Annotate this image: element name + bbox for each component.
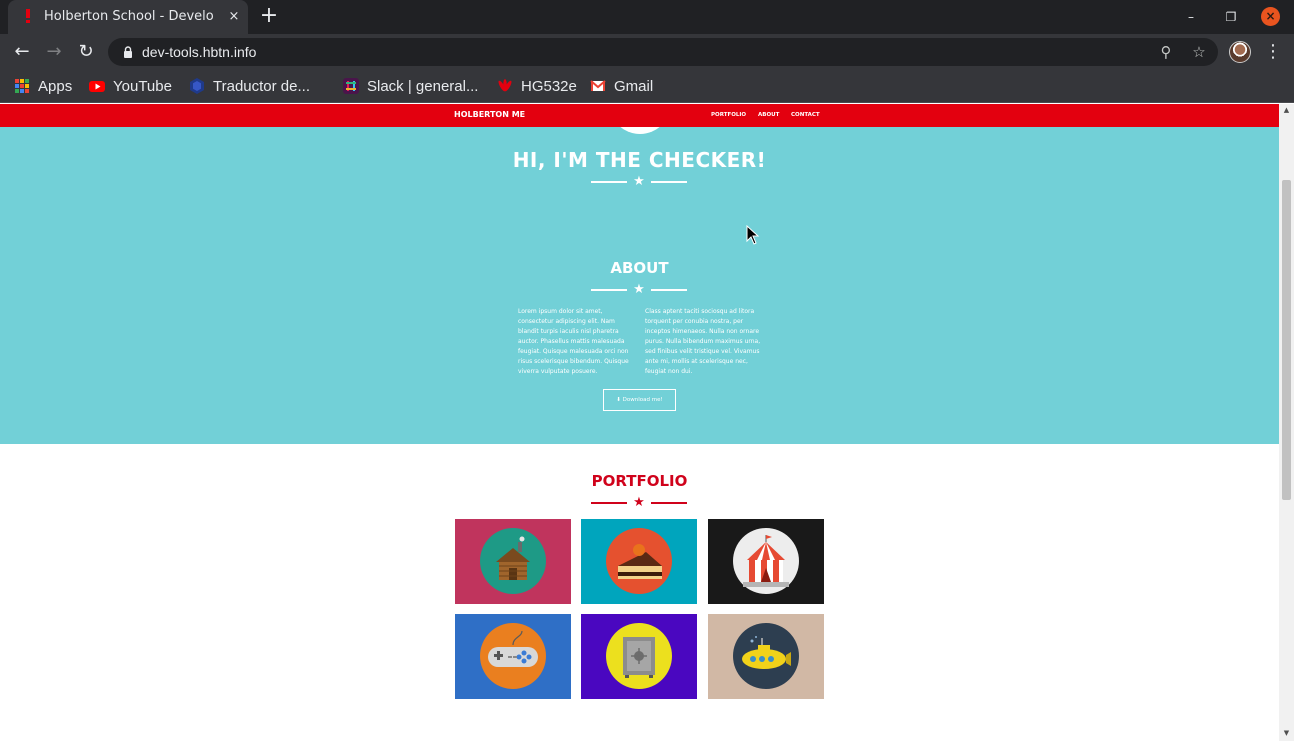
bookmark-hg532e[interactable]: HG532e — [497, 76, 577, 96]
gmail-icon — [590, 80, 606, 91]
bookmark-label: YouTube — [113, 77, 172, 95]
hero-section: HI, I'M THE CHECKER! ★ ABOUT ★ Lorem ips… — [0, 104, 1279, 444]
slack-icon — [343, 78, 359, 94]
minimize-button[interactable]: – — [1182, 8, 1200, 26]
download-label: Download me! — [622, 397, 663, 403]
browser-tab[interactable]: Holberton School - Develo × — [8, 0, 248, 34]
forward-arrow-icon[interactable]: → — [42, 40, 66, 64]
restore-button[interactable]: ❐ — [1222, 8, 1240, 26]
cabin-icon — [480, 528, 546, 594]
bookmark-label: HG532e — [521, 77, 577, 95]
zoom-icon[interactable]: ⚲ — [1156, 42, 1176, 62]
bookmark-youtube[interactable]: YouTube — [89, 76, 172, 96]
huawei-icon — [498, 79, 512, 92]
reload-icon[interactable]: ↻ — [74, 40, 98, 64]
about-text-left: Lorem ipsum dolor sit amet, consectetur … — [518, 308, 629, 375]
about-title: ABOUT — [610, 259, 669, 277]
page-viewport: HI, I'M THE CHECKER! ★ ABOUT ★ Lorem ips… — [0, 104, 1279, 741]
star-icon: ★ — [633, 174, 645, 189]
site-brand[interactable]: HOLBERTON ME — [454, 110, 525, 119]
page-scrollbar[interactable]: ▲ ▼ — [1279, 104, 1294, 741]
bookmark-label: Apps — [38, 77, 73, 95]
close-window-button[interactable]: × — [1261, 7, 1280, 26]
site-navbar: HOLBERTON ME PORTFOLIO ABOUT CONTACT — [0, 104, 1279, 127]
star-icon: ★ — [633, 495, 645, 510]
game-controller-icon — [480, 623, 546, 689]
portfolio-item-safe[interactable] — [581, 614, 697, 699]
hero-title: HI, I'M THE CHECKER! — [512, 148, 767, 172]
translator-icon — [190, 78, 204, 94]
tab-strip: Holberton School - Develo × + – ❐ × — [0, 0, 1294, 34]
url-text[interactable]: dev-tools.hbtn.info — [142, 44, 256, 60]
portfolio-item-circus[interactable] — [708, 519, 824, 604]
holberton-favicon-icon — [26, 9, 30, 23]
cake-icon — [606, 528, 672, 594]
new-tab-button[interactable]: + — [258, 5, 280, 28]
portfolio-item-cabin[interactable] — [455, 519, 571, 604]
lock-icon — [124, 46, 132, 58]
bookmark-translator[interactable]: Traductor de... — [189, 76, 310, 96]
mouse-cursor-icon — [746, 225, 760, 245]
bookmark-label: Traductor de... — [213, 77, 310, 95]
portfolio-item-cake[interactable] — [581, 519, 697, 604]
portfolio-item-submarine[interactable] — [708, 614, 824, 699]
about-divider: ★ — [591, 282, 687, 297]
apps-grid-icon — [15, 79, 29, 93]
hero-divider: ★ — [591, 174, 687, 189]
scrollbar-thumb[interactable] — [1282, 180, 1291, 500]
safe-icon — [606, 623, 672, 689]
back-arrow-icon[interactable]: ← — [10, 40, 34, 64]
profile-avatar[interactable] — [1229, 41, 1251, 63]
tab-title: Holberton School - Develo — [44, 9, 214, 24]
download-button[interactable]: ⬇ Download me! — [603, 389, 676, 411]
youtube-icon — [89, 81, 105, 92]
scroll-down-arrow-icon[interactable]: ▼ — [1282, 729, 1291, 737]
bookmarks-bar: Apps YouTube Traductor de... Slack | gen… — [0, 70, 1294, 103]
submarine-icon — [733, 623, 799, 689]
portfolio-item-game-controller[interactable] — [455, 614, 571, 699]
bookmark-label: Gmail — [614, 77, 654, 95]
about-text-right: Class aptent taciti sociosqu ad litora t… — [645, 308, 761, 375]
address-bar[interactable]: dev-tools.hbtn.info ⚲ ☆ — [108, 38, 1218, 66]
browser-menu-icon[interactable]: ⋮ — [1264, 40, 1282, 64]
browser-toolbar: ← → ↻ dev-tools.hbtn.info ⚲ ☆ ⋮ — [0, 34, 1294, 70]
portfolio-title: PORTFOLIO — [591, 472, 688, 490]
nav-link-portfolio[interactable]: PORTFOLIO — [711, 112, 746, 118]
nav-link-about[interactable]: ABOUT — [758, 112, 779, 118]
star-icon: ★ — [633, 282, 645, 297]
bookmark-star-icon[interactable]: ☆ — [1189, 42, 1209, 62]
circus-tent-icon — [733, 528, 799, 594]
bookmark-label: Slack | general... — [367, 77, 479, 95]
tab-close-icon[interactable]: × — [226, 9, 242, 25]
bookmark-slack[interactable]: Slack | general... — [343, 76, 478, 96]
bookmark-apps[interactable]: Apps — [14, 76, 72, 96]
scroll-up-arrow-icon[interactable]: ▲ — [1282, 106, 1291, 114]
nav-link-contact[interactable]: CONTACT — [791, 112, 820, 118]
portfolio-divider: ★ — [591, 495, 687, 510]
bookmark-gmail[interactable]: Gmail — [590, 76, 653, 96]
